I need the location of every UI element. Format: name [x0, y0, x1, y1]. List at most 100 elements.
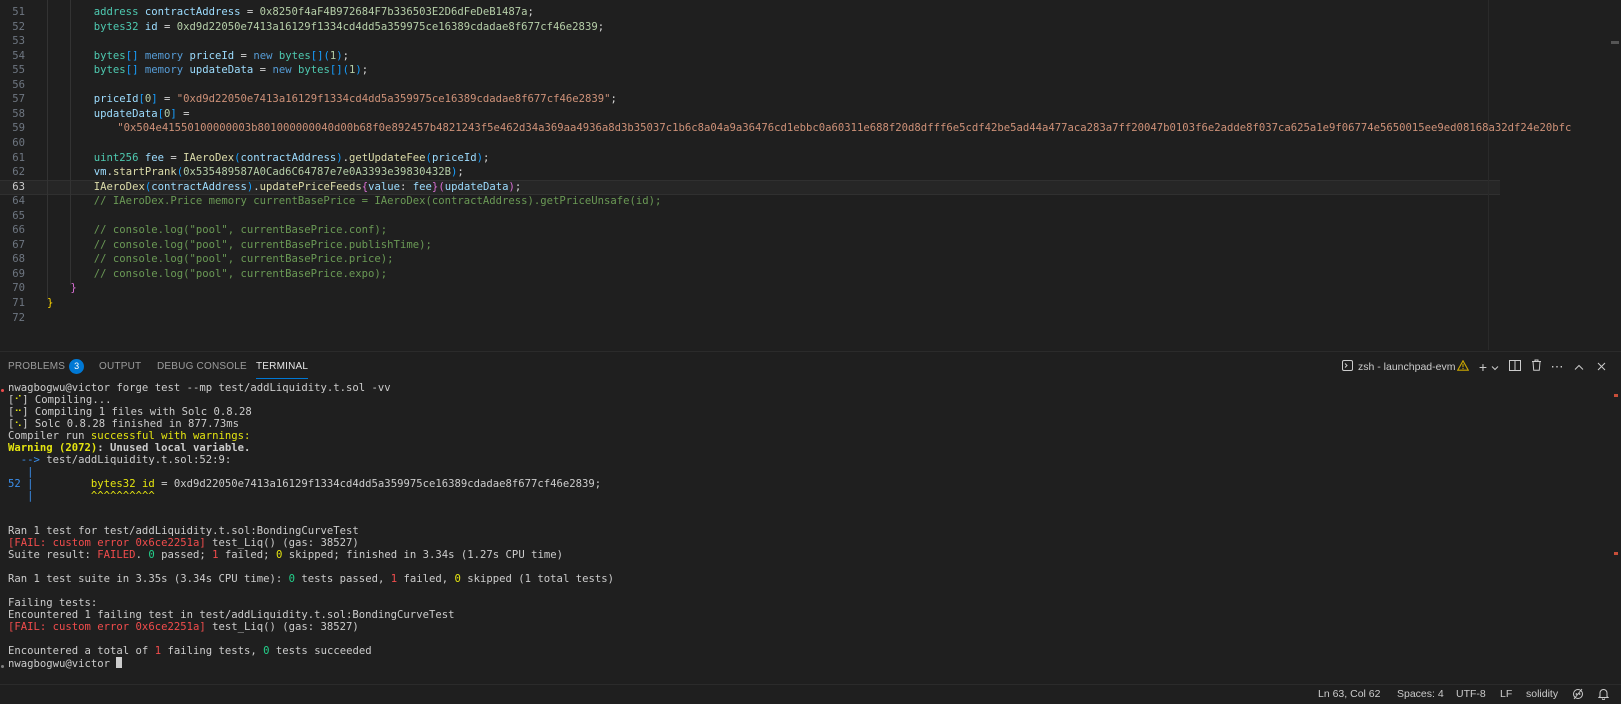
terminal-text: = 0xd9d22050e7413a16129f1334cd4dd5a35997… [154, 477, 602, 490]
encoding[interactable]: UTF-8 [1456, 685, 1486, 704]
code-token: bytes [93, 64, 126, 77]
line-number[interactable]: 70 [0, 281, 25, 296]
line-number[interactable]: 54 [0, 49, 25, 64]
code-token: = [240, 6, 260, 18]
code-token: new [272, 64, 292, 77]
code-line[interactable]: 63 IAeroDex(contractAddress).updatePriceF… [0, 179, 1500, 195]
code-token: ; [342, 49, 350, 62]
terminal-text: ⠢ [14, 417, 23, 430]
indentation[interactable]: Spaces: 4 [1397, 685, 1444, 704]
tab-debug-console[interactable]: DEBUG CONSOLE [157, 352, 247, 382]
code-line[interactable]: 53 [0, 34, 1500, 49]
code-line[interactable]: 52 bytes32 id = 0xd9d22050e7413a16129f133… [0, 20, 1500, 35]
line-number[interactable]: 60 [0, 136, 25, 151]
line-number[interactable]: 52 [0, 20, 25, 35]
code-token: updateData [93, 107, 158, 120]
line-number[interactable]: 53 [0, 34, 25, 49]
line-number[interactable]: 57 [0, 92, 25, 107]
code-line[interactable]: 70} [0, 281, 1500, 296]
line-number[interactable]: 62 [0, 165, 25, 180]
terminal-text: Failing tests: [8, 597, 98, 610]
code-line[interactable]: 67 // console.log("pool", currentBasePric… [0, 238, 1500, 253]
code-line[interactable]: 68 // console.log("pool", currentBasePric… [0, 252, 1500, 267]
code-line[interactable]: 71} [0, 296, 1500, 311]
code-token: ; [527, 6, 534, 18]
tab-problems[interactable]: PROBLEMS 3 [8, 352, 85, 382]
code-token: ; [597, 20, 605, 33]
language-mode[interactable]: solidity [1526, 685, 1558, 704]
code-token: IAeroDex [183, 151, 235, 164]
terminal-name: zsh - launchpad-evm [1358, 361, 1456, 373]
line-number[interactable]: 69 [0, 267, 25, 282]
tab-output[interactable]: OUTPUT [99, 352, 141, 382]
code-line[interactable]: 61 uint256 fee = IAeroDex(contractAddress… [0, 151, 1500, 166]
line-number[interactable]: 65 [0, 209, 25, 224]
code-token: bytes [297, 64, 330, 77]
code-line[interactable]: 55 bytes[] memory updateData = new bytes[… [0, 63, 1500, 78]
code-line[interactable]: 59 "0x504e41550100000003b801000000040d00b… [0, 121, 1571, 136]
code-line[interactable]: 64 // IAeroDex.Price memory currentBasePr… [0, 194, 1500, 209]
indentation-label: Spaces: 4 [1397, 688, 1444, 700]
trash-icon[interactable] [1529, 359, 1543, 375]
code-line[interactable]: 65 [0, 209, 1500, 224]
line-number[interactable]: 59 [0, 121, 25, 136]
terminal-selector[interactable]: zsh - launchpad-evm [1358, 352, 1455, 382]
terminal-text: tests succeeded [269, 644, 372, 657]
terminal-text: ] Solc 0.8.28 finished in 877.73ms [22, 417, 240, 430]
line-number[interactable]: 66 [0, 223, 25, 238]
code-line[interactable]: 54 bytes[] memory priceId = new bytes[](1… [0, 49, 1500, 64]
line-number[interactable]: 64 [0, 194, 25, 209]
line-number[interactable]: 51 [0, 5, 25, 20]
code-line[interactable]: 57 priceId[0] = "0xd9d22050e7413a16129f13… [0, 92, 1500, 107]
terminal-output[interactable]: nwagbogwu@victor forge test --mp test/ad… [0, 382, 1621, 684]
warning-icon[interactable] [1456, 359, 1470, 375]
maximize-icon[interactable] [1572, 359, 1586, 375]
line-number[interactable]: 56 [0, 78, 25, 93]
chevron-down-icon[interactable] [1490, 359, 1500, 375]
terminal-text: | [8, 489, 34, 502]
code-line[interactable]: 60 [0, 136, 1500, 151]
editor-scrollbar[interactable] [1611, 41, 1619, 44]
terminal-text: Ran 1 test for test/addLiquidity.t.sol:B… [8, 525, 359, 538]
terminal-text: bytes32 id [90, 477, 155, 490]
code-token: ; [610, 93, 617, 106]
tab-terminal[interactable]: TERMINAL [256, 352, 309, 382]
end-of-line[interactable]: LF [1500, 685, 1512, 704]
line-number[interactable]: 67 [0, 238, 25, 253]
split-icon[interactable] [1508, 359, 1522, 375]
terminal-scrollbar-marker[interactable] [1614, 552, 1618, 555]
terminal-scrollbar-marker[interactable] [1614, 394, 1618, 397]
copilot-icon[interactable] [1572, 685, 1586, 704]
bell-icon[interactable] [1597, 685, 1612, 704]
code-token: updateData [189, 64, 254, 77]
code-line[interactable]: 62 vm.startPrank(0x535489587A0Cad6C64787e… [0, 165, 1500, 180]
code-token: bytes32 [93, 20, 139, 33]
line-number[interactable]: 58 [0, 107, 25, 122]
code-line[interactable]: 51 address contractAddress = 0x8250f4aF4B… [0, 5, 1500, 20]
code-token: = [253, 64, 273, 77]
code-editor[interactable]: 51 address contractAddress = 0x8250f4aF4B… [0, 0, 1621, 352]
line-number[interactable]: 72 [0, 311, 25, 326]
code-text: // IAeroDex.Price memory currentBasePric… [94, 194, 662, 209]
command-failed-marker[interactable] [1, 389, 4, 392]
line-number[interactable]: 61 [0, 151, 25, 166]
more-icon[interactable]: ⋯ [1550, 359, 1564, 375]
tab-terminal-label: TERMINAL [256, 361, 309, 372]
line-number[interactable]: 68 [0, 252, 25, 267]
line-number[interactable]: 71 [0, 296, 25, 311]
cursor-position[interactable]: Ln 63, Col 62 [1318, 685, 1380, 704]
code-line[interactable]: 66 // console.log("pool", currentBasePric… [0, 223, 1500, 238]
line-number[interactable]: 55 [0, 63, 25, 78]
close-icon[interactable] [1594, 359, 1608, 375]
code-line[interactable]: 69 // console.log("pool", currentBasePric… [0, 267, 1500, 282]
code-token: [] [125, 64, 139, 77]
code-line[interactable]: 72 [0, 311, 1500, 326]
line-number[interactable]: 63 [0, 181, 25, 194]
plus-icon[interactable]: + [1477, 359, 1489, 375]
terminal-text: Ran 1 test suite in 3.35s (3.34s CPU tim… [8, 573, 289, 586]
terminal-text: passed; [154, 549, 213, 562]
code-line[interactable]: 56 [0, 78, 1500, 93]
command-marker[interactable] [1, 665, 4, 668]
code-line[interactable]: 58 updateData[0] = [0, 107, 1500, 122]
terminal-text: skipped (1 total tests) [460, 573, 614, 586]
